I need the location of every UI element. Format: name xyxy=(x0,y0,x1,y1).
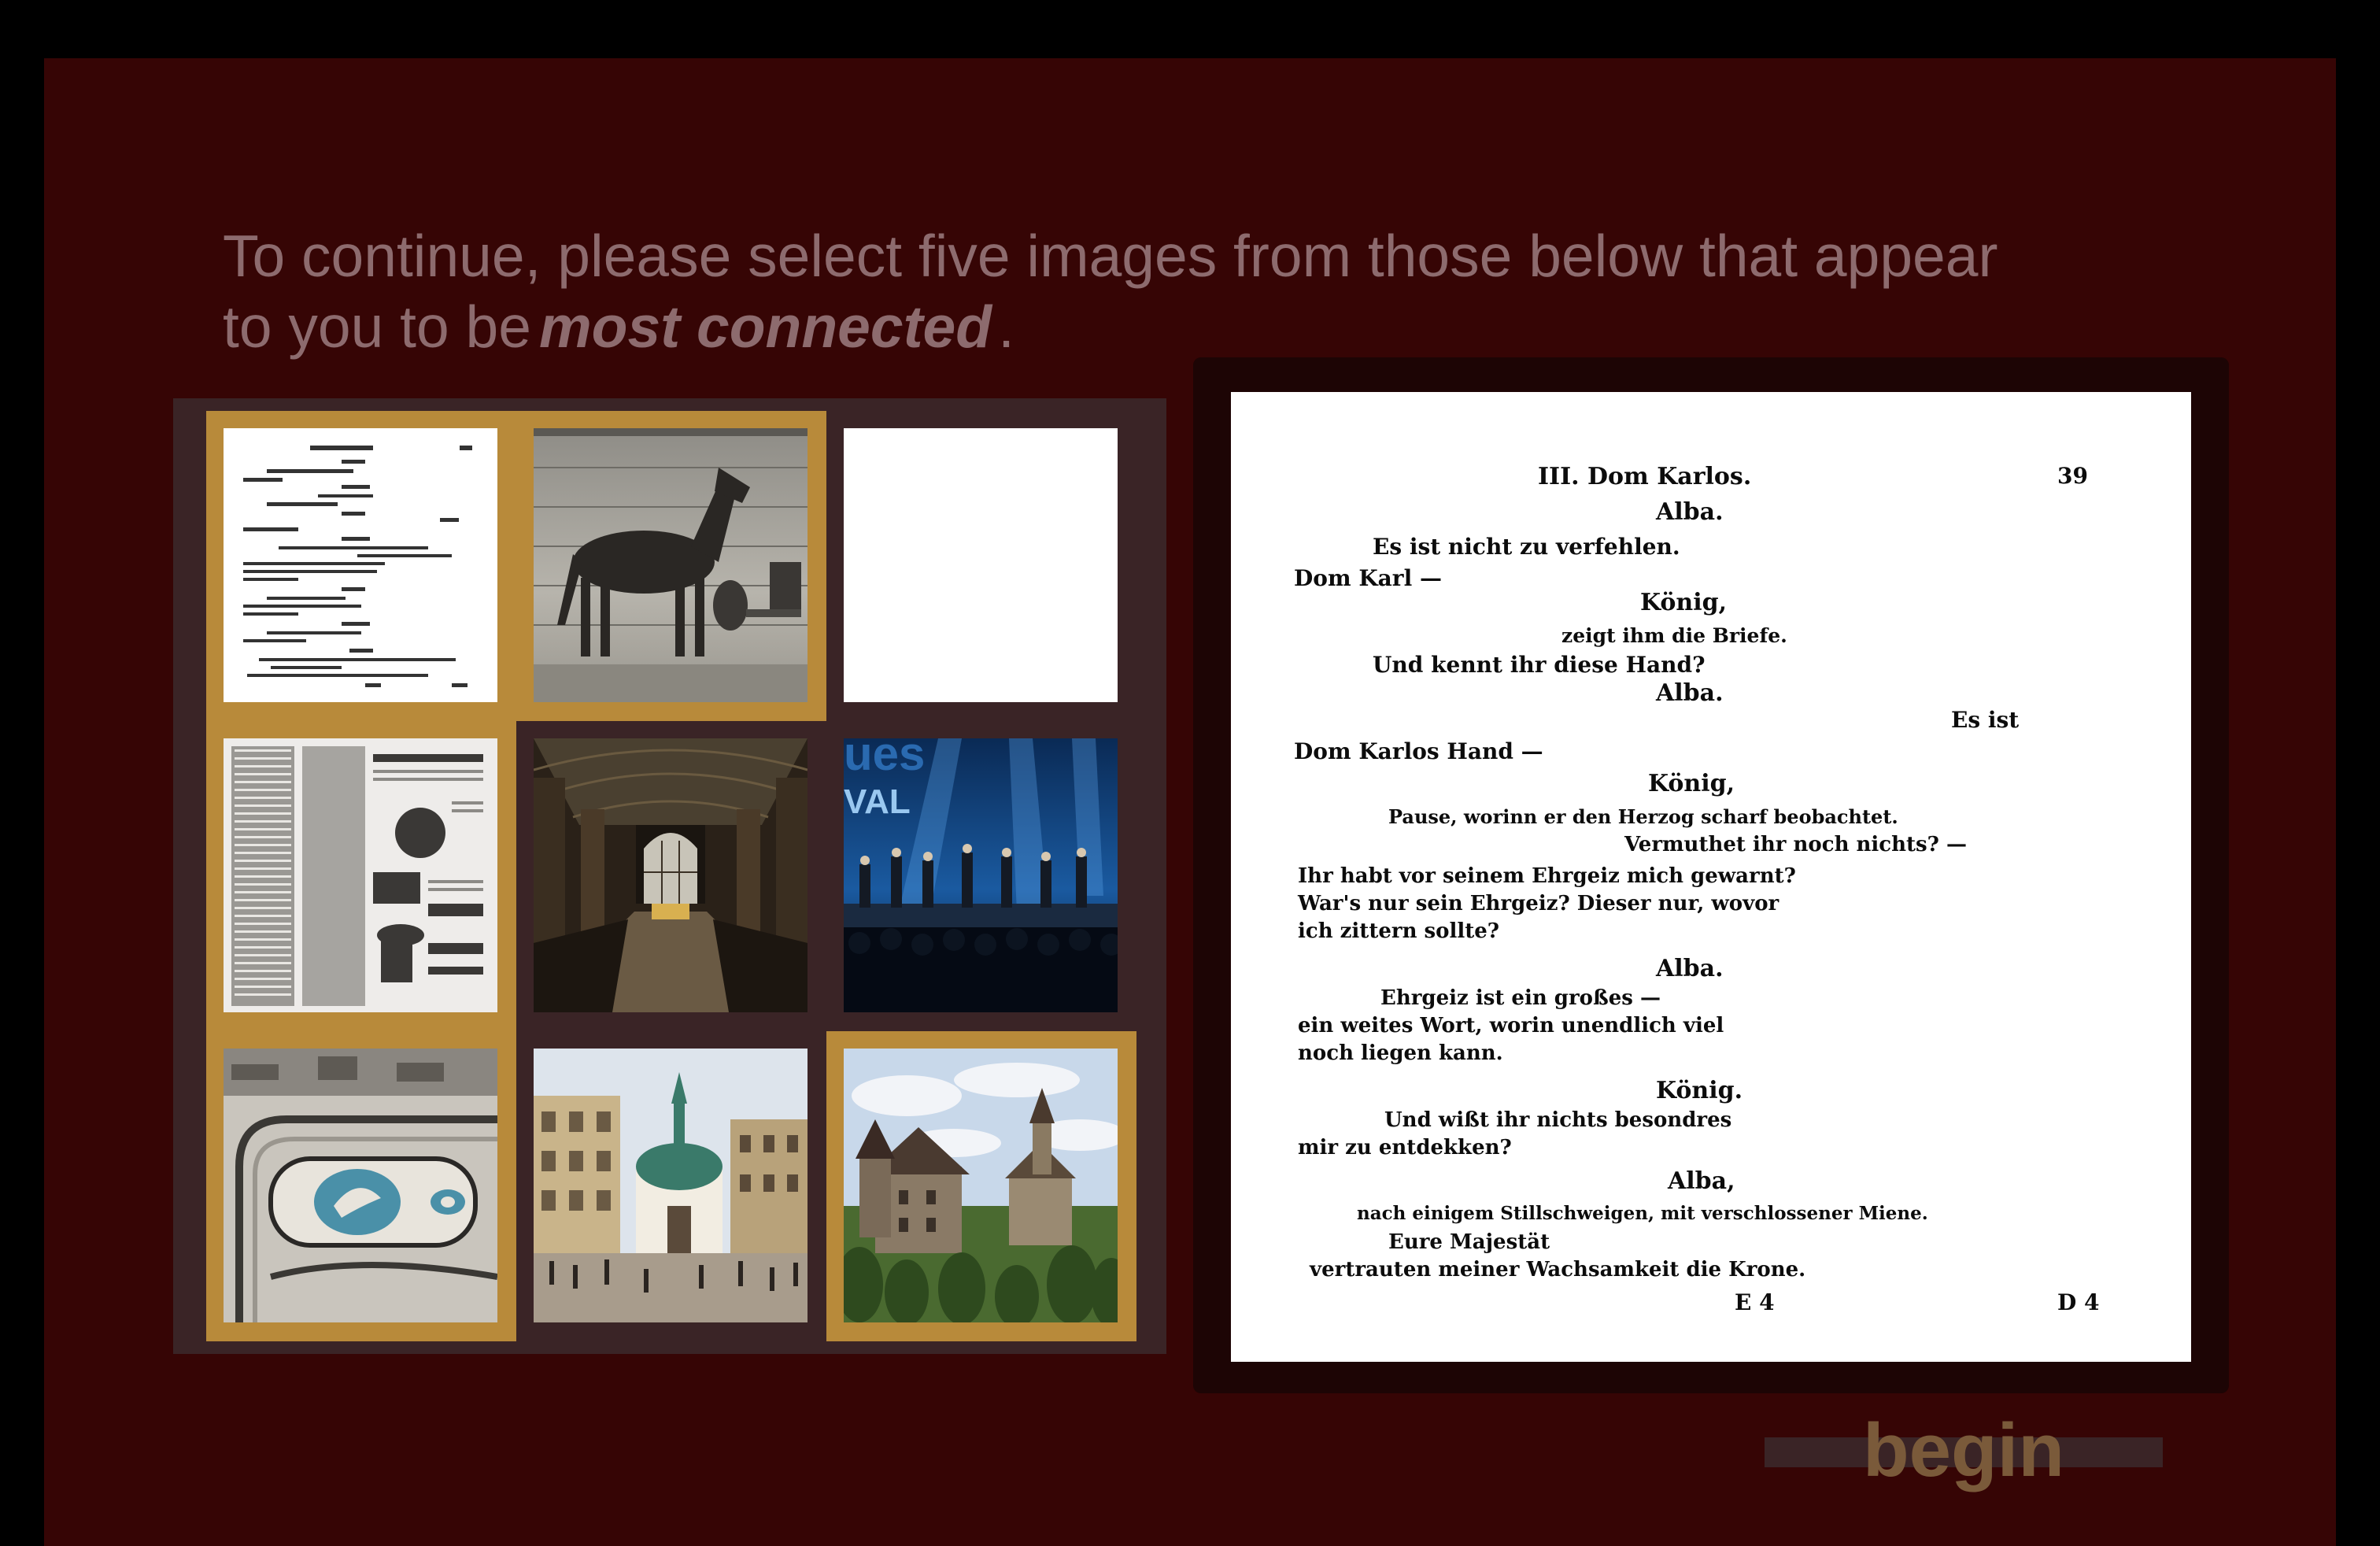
grid-cell-8[interactable] xyxy=(516,1031,826,1341)
preview-text-line: mir zu entdekken? xyxy=(1298,1136,1512,1160)
preview-text-line: E 4 xyxy=(1735,1289,1775,1315)
castle-landscape-image xyxy=(844,1049,1118,1322)
thumb-blank-white xyxy=(844,428,1118,702)
thumb-document-page xyxy=(224,428,497,702)
preview-text-line: Pause, worinn er den Herzog scharf beoba… xyxy=(1388,805,1898,828)
preview-text-line: ich zittern sollte? xyxy=(1298,919,1500,943)
preview-text-line: Und wißt ihr nichts besondres xyxy=(1384,1108,1732,1132)
cathedral-interior-image xyxy=(534,738,808,1012)
thumb-town-square xyxy=(534,1049,808,1322)
newspaper-page-image xyxy=(224,738,497,1012)
preview-text-line: Dom Karlos Hand — xyxy=(1294,738,1543,764)
preview-document-page: III. Dom Karlos. 39 Alba. Es ist nicht zu v… xyxy=(1231,392,2191,1362)
preview-text-line: König. xyxy=(1656,1077,1743,1104)
preview-text-line: Ehrgeiz ist ein großes — xyxy=(1380,986,1661,1010)
concert-stage-image: ues VAL xyxy=(844,738,1118,1012)
mule-photo-image xyxy=(534,428,808,702)
preview-text-line: Alba. xyxy=(1656,679,1724,707)
preview-text-line: Es ist xyxy=(1951,707,2020,733)
preview-text-line: Eure Majestät xyxy=(1388,1230,1550,1254)
preview-text-line: Alba. xyxy=(1656,955,1724,982)
thumb-mule-photo xyxy=(534,428,808,702)
preview-text-line: Dom Karl — xyxy=(1294,565,1442,591)
preview-text-line: vertrauten meiner Wachsamkeit die Krone. xyxy=(1310,1258,1806,1282)
instructions-suffix: . xyxy=(998,294,1014,360)
preview-text-line: War's nur sein Ehrgeiz? Dieser nur, wovo… xyxy=(1298,892,1779,915)
preview-text-line: 39 xyxy=(2057,463,2088,489)
svg-text:ues: ues xyxy=(844,738,925,780)
begin-button-label: begin xyxy=(1863,1408,2064,1492)
image-grid: ues VAL xyxy=(173,398,1166,1354)
instructions-line-1: To continue, please select five images f… xyxy=(223,223,1998,289)
preview-text-line: Alba, xyxy=(1668,1167,1735,1195)
preview-text-line: Ihr habt vor seinem Ehrgeiz mich gewarnt… xyxy=(1298,864,1796,888)
grid-cell-3[interactable] xyxy=(826,411,1136,721)
document-page-image xyxy=(224,428,497,702)
thumb-ornament-detail xyxy=(224,1049,497,1322)
instructions-emphasis: most connected xyxy=(538,294,992,360)
preview-frame: III. Dom Karlos. 39 Alba. Es ist nicht zu v… xyxy=(1193,357,2229,1393)
grid-cell-1[interactable] xyxy=(206,411,516,721)
preview-text-line: III. Dom Karlos. xyxy=(1538,463,1752,490)
preview-text-line: Es ist nicht zu verfehlen. xyxy=(1373,534,1680,560)
preview-text-line: zeigt ihm die Briefe. xyxy=(1561,624,1787,647)
thumb-concert-stage: ues VAL xyxy=(844,738,1118,1012)
preview-text-line: König, xyxy=(1640,589,1728,616)
preview-text-line: Und kennt ihr diese Hand? xyxy=(1373,652,1706,678)
thumb-castle-landscape xyxy=(844,1049,1118,1322)
town-square-image xyxy=(534,1049,808,1322)
thumb-cathedral-interior xyxy=(534,738,808,1012)
preview-text-line: Vermuthet ihr noch nichts? — xyxy=(1624,833,1967,856)
ornament-detail-image xyxy=(224,1049,497,1322)
svg-text:VAL: VAL xyxy=(844,782,911,821)
preview-text-line: ein weites Wort, worin unendlich viel xyxy=(1298,1014,1724,1037)
preview-text-line: Alba. xyxy=(1656,498,1724,526)
grid-cell-7[interactable] xyxy=(206,1031,516,1341)
begin-button[interactable]: begin xyxy=(1765,1407,2163,1494)
grid-cell-9[interactable] xyxy=(826,1031,1136,1341)
grid-cell-4[interactable] xyxy=(206,721,516,1031)
preview-text-line: noch liegen kann. xyxy=(1298,1041,1503,1065)
grid-cell-2[interactable] xyxy=(516,411,826,721)
grid-cell-6[interactable]: ues VAL xyxy=(826,721,1136,1031)
preview-text-line: nach einigem Stillschweigen, mit verschl… xyxy=(1357,1203,1928,1224)
instructions-prefix: to you to be xyxy=(223,294,531,360)
preview-text-line: D 4 xyxy=(2057,1289,2100,1315)
instructions-line-2: to you to be most connected. xyxy=(223,291,2190,362)
thumb-newspaper-page xyxy=(224,738,497,1012)
grid-cell-5[interactable] xyxy=(516,721,826,1031)
preview-text-line: König, xyxy=(1648,770,1735,797)
instructions: To continue, please select five images f… xyxy=(223,220,2190,362)
